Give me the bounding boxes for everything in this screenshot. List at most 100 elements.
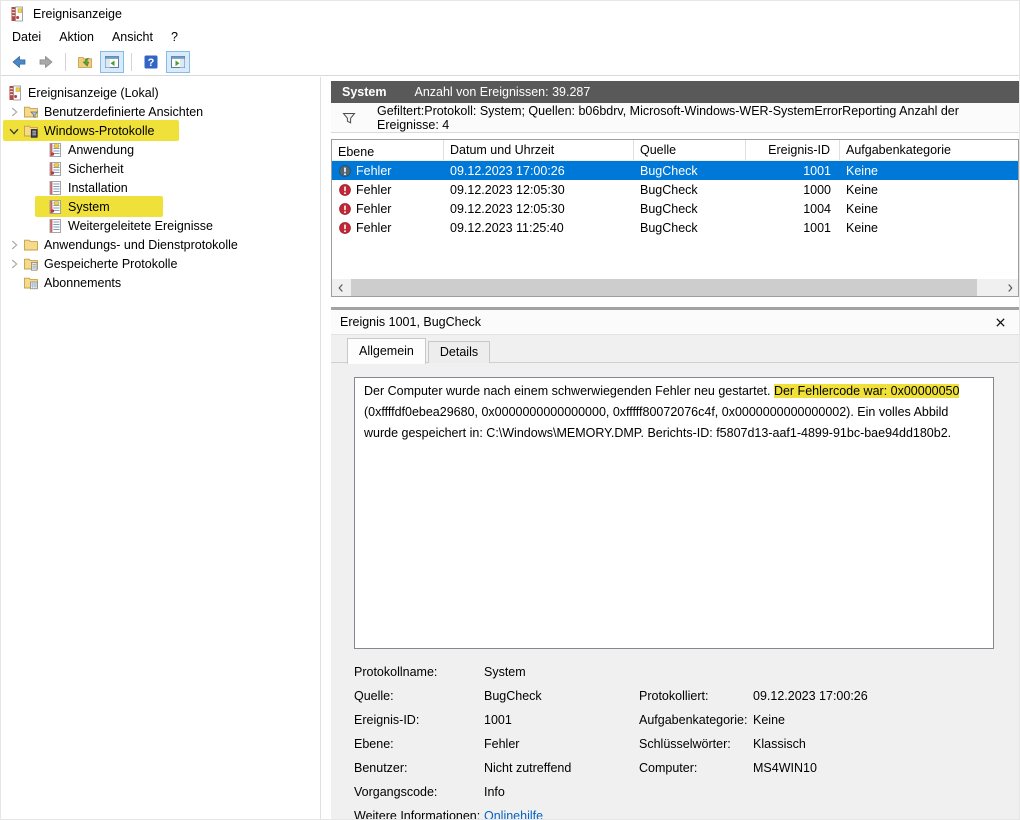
chevron-collapsed-icon[interactable]: [5, 104, 23, 120]
tree-item-label: Windows-Protokolle: [44, 124, 154, 138]
tab-details[interactable]: Details: [428, 341, 490, 363]
chevron-collapsed-icon[interactable]: [5, 256, 23, 272]
tree-item-installation[interactable]: Installation: [1, 178, 320, 197]
error-icon: [338, 202, 352, 216]
table-row[interactable]: Fehler 09.12.2023 11:25:40 BugCheck 1001…: [332, 218, 1018, 237]
list-title-bar: System Anzahl von Ereignissen: 39.287: [331, 81, 1019, 103]
tree-item-ereignisanzeige-lokal[interactable]: Ereignisanzeige (Lokal): [1, 83, 320, 102]
event-message-text: Der Computer wurde nach einem schwerwieg…: [364, 384, 774, 398]
chevron-collapsed-icon[interactable]: [5, 237, 23, 253]
open-saved-log-button[interactable]: [73, 51, 97, 73]
menu-ansicht[interactable]: Ansicht: [103, 28, 162, 46]
back-button[interactable]: [7, 51, 31, 73]
results-pane: System Anzahl von Ereignissen: 39.287 Ge…: [331, 81, 1019, 819]
error-icon: [338, 221, 352, 235]
cell-datetime: 09.12.2023 17:00:26: [444, 164, 634, 178]
windows-logs-folder-icon: [23, 123, 39, 139]
tree-item-label: Benutzerdefinierte Ansichten: [44, 105, 203, 119]
console-tree-toggle-button[interactable]: [100, 51, 124, 73]
cell-event-id: 1000: [746, 183, 840, 197]
tree-item-anwendungs-und-dienstprotokolle[interactable]: Anwendungs- und Dienstprotokolle: [1, 235, 320, 254]
title-bar: Ereignisanzeige: [1, 1, 1019, 26]
help-button[interactable]: [139, 51, 163, 73]
tree-item-windows-protokolle[interactable]: Windows-Protokolle: [1, 121, 320, 140]
forward-button[interactable]: [34, 51, 58, 73]
log-icon: [47, 161, 63, 177]
event-message-box[interactable]: Der Computer wurde nach einem schwerwieg…: [354, 377, 994, 649]
menu-datei[interactable]: Datei: [3, 28, 50, 46]
close-icon[interactable]: [994, 316, 1007, 329]
cell-level: Fehler: [356, 221, 391, 235]
table-row[interactable]: Fehler 09.12.2023 12:05:30 BugCheck 1004…: [332, 199, 1018, 218]
toolbar-separator: [131, 53, 132, 71]
event-count: Anzahl von Ereignissen: 39.287: [414, 85, 590, 99]
cell-event-id: 1004: [746, 202, 840, 216]
menu-hilfe[interactable]: ?: [162, 28, 187, 46]
field-label: Computer:: [639, 761, 753, 775]
field-value: 09.12.2023 17:00:26: [753, 689, 994, 703]
menu-aktion[interactable]: Aktion: [50, 28, 103, 46]
back-icon: [11, 54, 27, 70]
tree-item-label: System: [68, 200, 110, 214]
error-icon: [338, 183, 352, 197]
toolbar-separator: [65, 53, 66, 71]
tab-allgemein[interactable]: Allgemein: [347, 338, 426, 364]
cell-category: Keine: [840, 202, 1018, 216]
field-label: Vorgangscode:: [354, 785, 484, 799]
action-pane-icon: [170, 54, 186, 70]
scroll-left-icon[interactable]: [332, 279, 349, 296]
detail-tabs: Allgemein Details: [331, 335, 1019, 363]
cell-level: Fehler: [356, 183, 391, 197]
cell-event-id: 1001: [746, 221, 840, 235]
tree-item-label: Sicherheit: [68, 162, 124, 176]
tree-item-benutzerdefinierte-ansichten[interactable]: Benutzerdefinierte Ansichten: [1, 102, 320, 121]
field-value: System: [484, 665, 639, 679]
cell-source: BugCheck: [634, 221, 746, 235]
tree-item-abonnements[interactable]: Abonnements: [1, 273, 320, 292]
column-header-ebene[interactable]: Ebene: [332, 140, 444, 160]
chevron-spacer: [5, 275, 23, 291]
saved-logs-folder-icon: [23, 256, 39, 272]
forward-icon: [38, 54, 54, 70]
action-pane-toggle-button[interactable]: [166, 51, 190, 73]
column-header-aufgabenkategorie[interactable]: Aufgabenkategorie: [840, 140, 1018, 160]
table-empty-area: [332, 237, 1018, 279]
log-icon: [47, 199, 63, 215]
online-help-link[interactable]: Onlinehilfe: [484, 809, 543, 820]
tree-item-anwendung[interactable]: Anwendung: [1, 140, 320, 159]
event-message-text: (0xffffdf0ebea29680, 0x0000000000000000,…: [364, 405, 951, 440]
scrollbar-thumb[interactable]: [351, 279, 977, 296]
event-viewer-icon: [7, 85, 23, 101]
tree-item-label: Weitergeleitete Ereignisse: [68, 219, 213, 233]
tab-content-allgemein: Der Computer wurde nach einem schwerwieg…: [331, 363, 1019, 820]
scrollbar-track[interactable]: [349, 279, 1001, 296]
cell-datetime: 09.12.2023 11:25:40: [444, 221, 634, 235]
tree-item-system[interactable]: System: [1, 197, 320, 216]
table-row[interactable]: Fehler 09.12.2023 17:00:26 BugCheck 1001…: [332, 161, 1018, 180]
cell-source: BugCheck: [634, 202, 746, 216]
field-label: Ebene:: [354, 737, 484, 751]
tree-item-weitergeleitete-ereignisse[interactable]: Weitergeleitete Ereignisse: [1, 216, 320, 235]
field-value: MS4WIN10: [753, 761, 994, 775]
table-row[interactable]: Fehler 09.12.2023 12:05:30 BugCheck 1000…: [332, 180, 1018, 199]
column-header-quelle[interactable]: Quelle: [634, 140, 746, 160]
chevron-expanded-icon[interactable]: [5, 123, 23, 139]
field-value: Fehler: [484, 737, 639, 751]
column-header-datum[interactable]: Datum und Uhrzeit: [444, 140, 634, 160]
column-header-ereignis-id[interactable]: Ereignis-ID: [746, 140, 840, 160]
tree-item-gespeicherte-protokolle[interactable]: Gespeicherte Protokolle: [1, 254, 320, 273]
scroll-right-icon[interactable]: [1001, 279, 1018, 296]
cell-datetime: 09.12.2023 12:05:30: [444, 183, 634, 197]
event-table: Ebene Datum und Uhrzeit Quelle Ereignis-…: [331, 139, 1019, 297]
detail-title: Ereignis 1001, BugCheck: [340, 315, 481, 329]
tree-item-label: Anwendungs- und Dienstprotokolle: [44, 238, 238, 252]
cell-level: Fehler: [356, 164, 391, 178]
tree-item-sicherheit[interactable]: Sicherheit: [1, 159, 320, 178]
list-title: System: [342, 85, 386, 99]
tree-item-label: Anwendung: [68, 143, 134, 157]
menu-bar: Datei Aktion Ansicht ?: [1, 26, 1019, 48]
event-viewer-window: Ereignisanzeige Datei Aktion Ansicht ?: [0, 0, 1020, 820]
horizontal-scrollbar[interactable]: [332, 279, 1018, 296]
cell-event-id: 1001: [746, 164, 840, 178]
console-tree-icon: [104, 54, 120, 70]
